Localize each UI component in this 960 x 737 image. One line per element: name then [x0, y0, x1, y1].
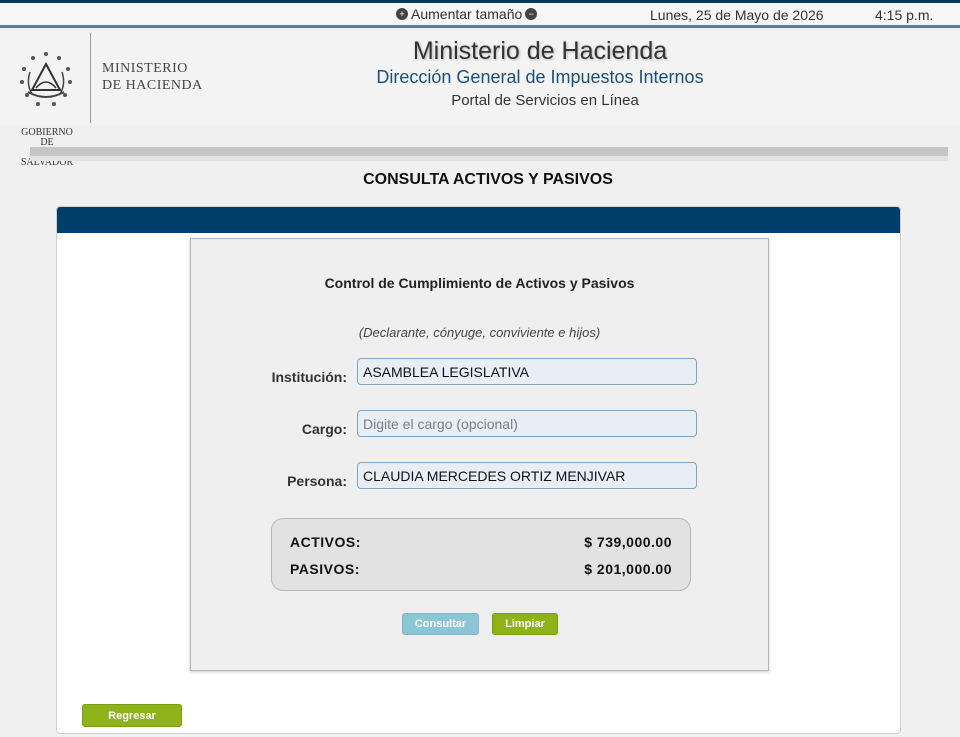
- persona-input[interactable]: [357, 462, 697, 489]
- institucion-input[interactable]: [357, 358, 697, 385]
- limpiar-button[interactable]: Limpiar: [492, 613, 558, 635]
- activos-value: $ 739,000.00: [584, 534, 672, 550]
- consultar-button[interactable]: Consultar: [402, 613, 479, 635]
- portal-name: Portal de Servicios en Línea: [451, 92, 639, 109]
- page-title: CONSULTA ACTIVOS Y PASIVOS: [363, 171, 613, 188]
- activos-row: ACTIVOS: $ 739,000.00: [290, 534, 672, 550]
- pasivos-value: $ 201,000.00: [584, 561, 672, 577]
- site-title: Ministerio de Hacienda: [412, 37, 668, 65]
- top-bar: + Aumentar tamaño − Lunes, 25 de Mayo de…: [0, 0, 960, 28]
- main-panel: Control de Cumplimiento de Activos y Pas…: [56, 206, 901, 734]
- activos-label: ACTIVOS:: [290, 534, 361, 550]
- balance-summary: ACTIVOS: $ 739,000.00 PASIVOS: $ 201,000…: [271, 518, 691, 591]
- query-form: Control de Cumplimiento de Activos y Pas…: [190, 238, 769, 671]
- pasivos-row: PASIVOS: $ 201,000.00: [290, 561, 672, 577]
- current-time: 4:15 p.m.: [875, 7, 934, 23]
- current-date: Lunes, 25 de Mayo de 2026: [650, 7, 824, 23]
- zoom-control[interactable]: + Aumentar tamaño −: [396, 6, 538, 22]
- cargo-input[interactable]: [357, 410, 697, 437]
- zoom-out-icon[interactable]: −: [525, 8, 538, 20]
- site-header: GOBIERNO DE EL SALVADOR MINISTERIO DE HA…: [0, 31, 960, 168]
- form-title: Control de Cumplimiento de Activos y Pas…: [324, 275, 635, 291]
- institucion-label: Institución:: [271, 369, 347, 385]
- persona-label: Persona:: [287, 473, 347, 489]
- cargo-label: Cargo:: [301, 421, 347, 437]
- site-subtitle: Dirección General de Impuestos Internos: [376, 67, 704, 87]
- regresar-button[interactable]: Regresar: [82, 704, 182, 727]
- form-note: (Declarante, cónyuge, conviviente e hijo…: [358, 325, 601, 340]
- pasivos-label: PASIVOS:: [290, 561, 360, 577]
- zoom-in-icon[interactable]: +: [396, 8, 408, 20]
- header-divider-bar: [30, 147, 948, 161]
- panel-header: [57, 207, 900, 233]
- zoom-label[interactable]: Aumentar tamaño: [411, 6, 522, 22]
